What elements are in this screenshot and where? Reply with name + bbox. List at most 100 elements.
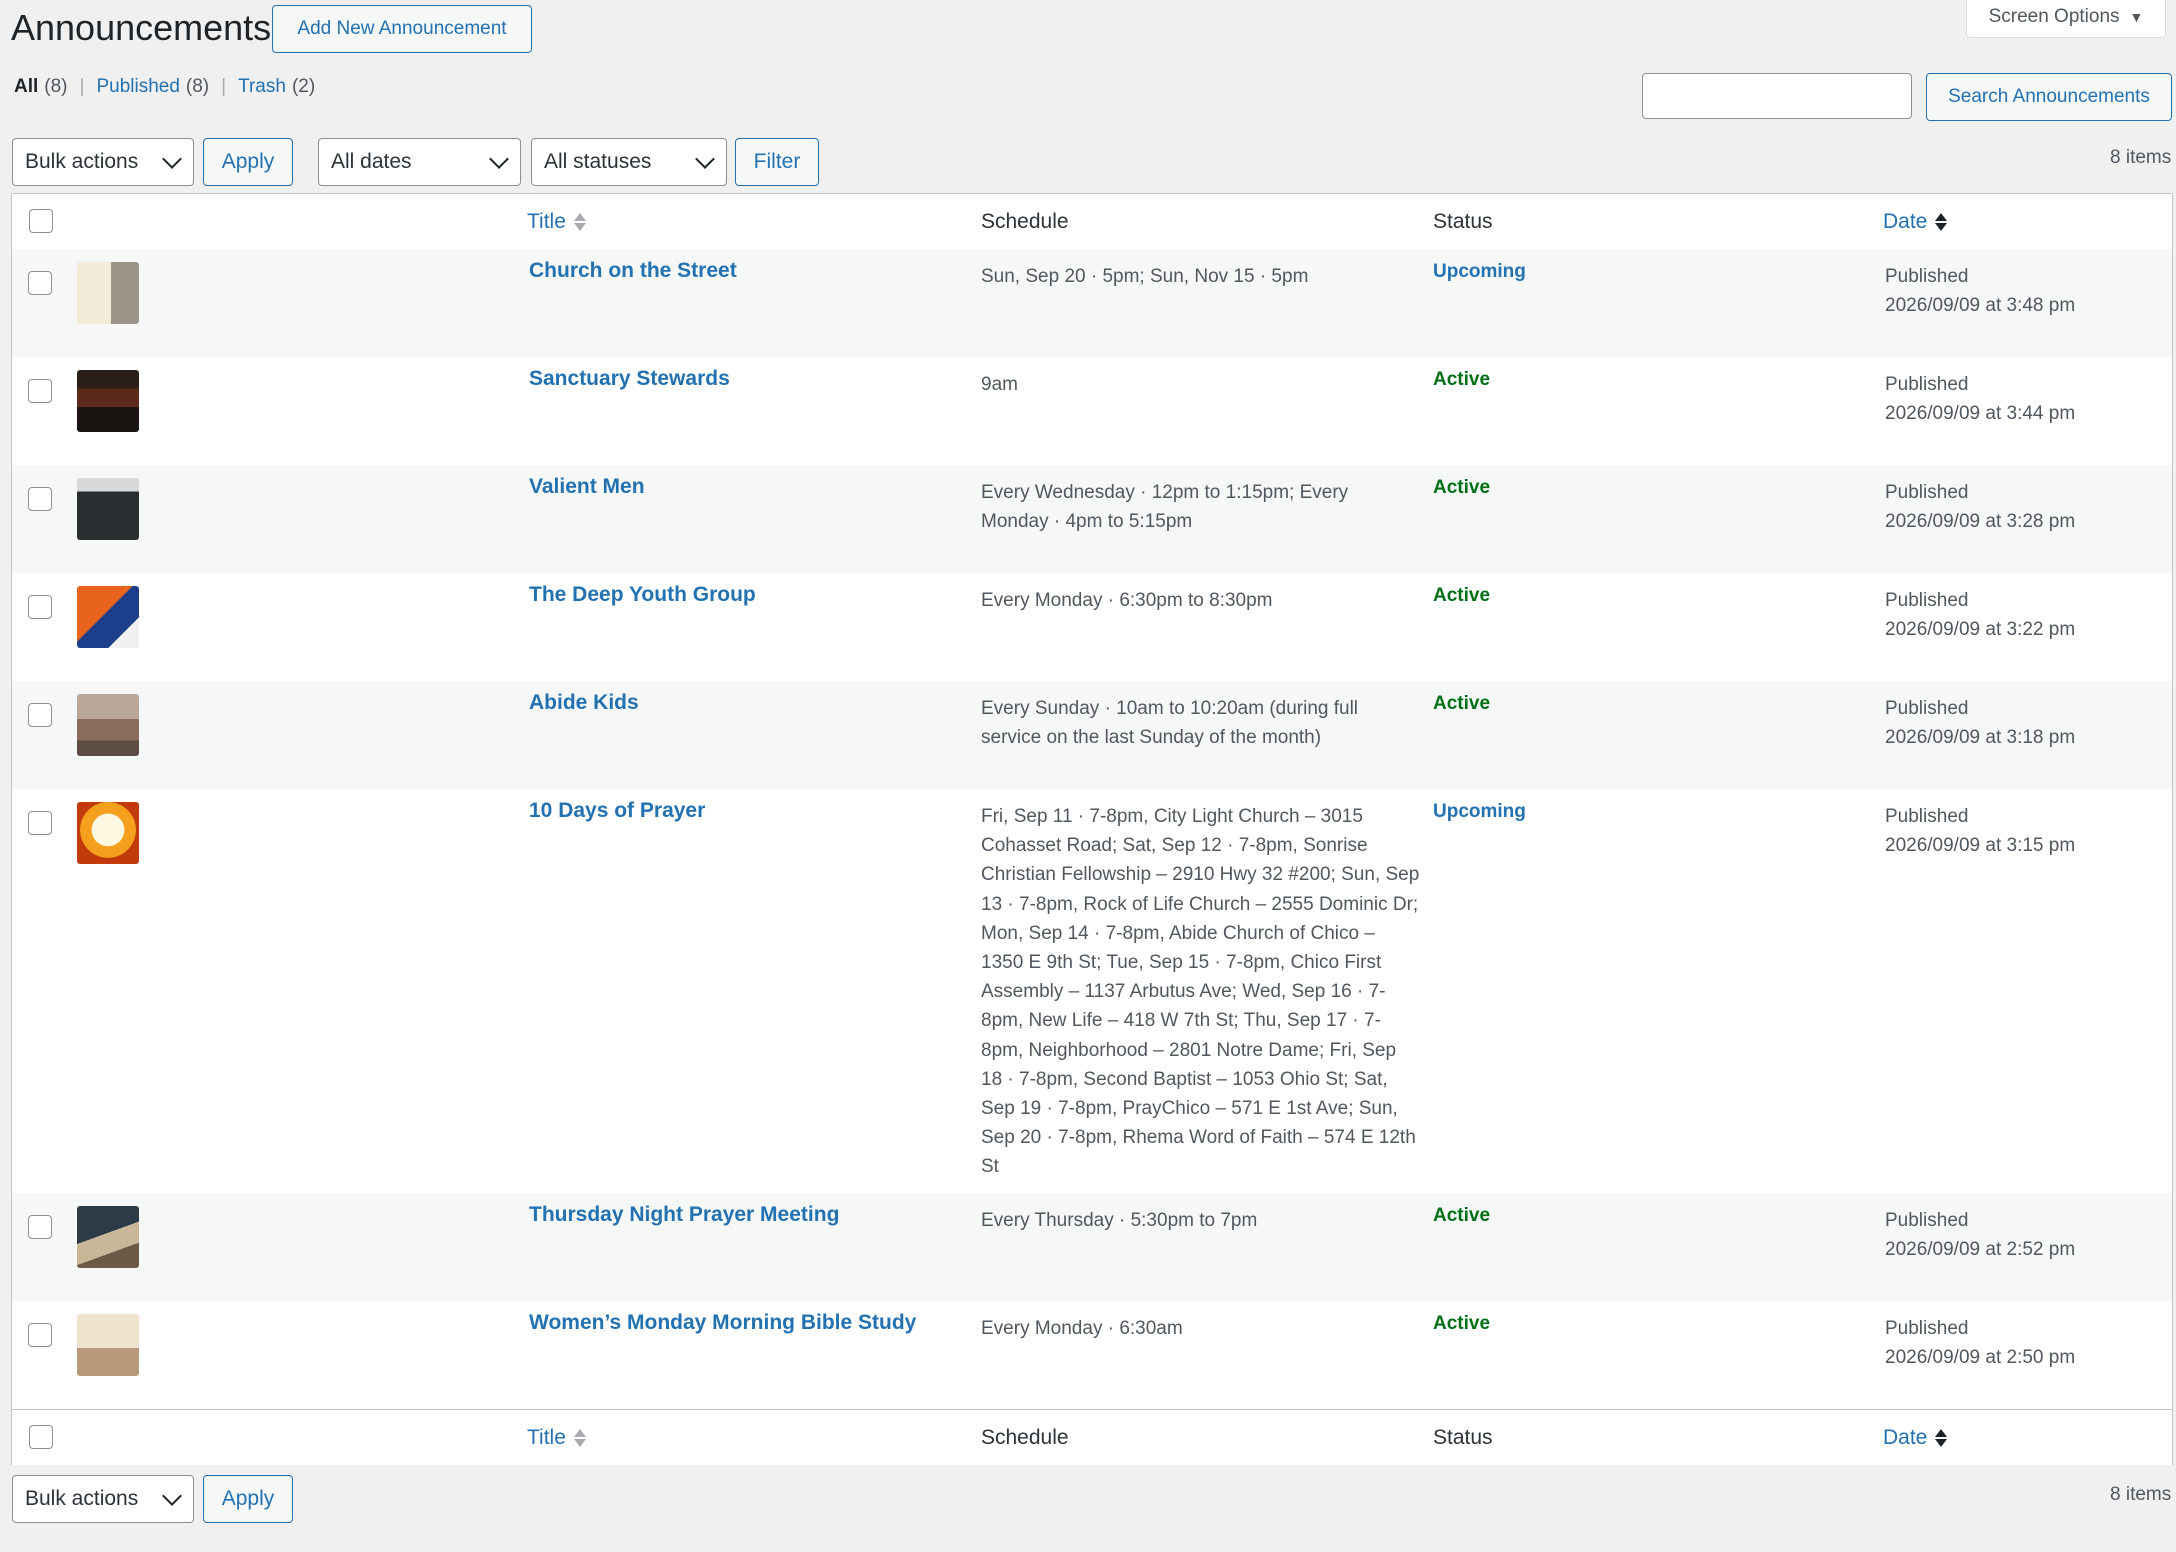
dates-filter-value: All dates [331, 150, 412, 173]
view-published-count: (8) [185, 76, 210, 97]
row-date: Published 2026/09/09 at 3:44 pm [1885, 370, 2075, 428]
row-status: Active [1433, 1313, 1491, 1334]
thumbnail-image[interactable] [77, 1314, 139, 1376]
row-schedule: Sun, Sep 20 · 5pm; Sun, Nov 15 · 5pm [981, 266, 1309, 287]
status-filter-select[interactable]: All statuses [531, 138, 727, 186]
apply-button[interactable]: Apply [203, 138, 293, 186]
add-new-announcement-button[interactable]: Add New Announcement [272, 5, 532, 53]
row-date-state: Published [1885, 266, 1969, 287]
row-status: Active [1433, 1205, 1491, 1226]
thumbnail-image[interactable] [77, 802, 139, 864]
row-date-value: 2026/09/09 at 3:44 pm [1885, 403, 2076, 425]
screen-options-label: Screen Options [1988, 5, 2120, 27]
row-schedule: Every Wednesday · 12pm to 1:15pm; Every … [981, 482, 1349, 533]
view-trash-link[interactable]: Trash [238, 76, 286, 98]
search-announcements-button[interactable]: Search Announcements [1926, 73, 2172, 121]
screen-options-button[interactable]: Screen Options ▼ [1966, 0, 2166, 38]
table-row: Abide Kids Every Sunday · 10am to 10:20a… [12, 681, 2172, 789]
row-date-state: Published [1885, 698, 1969, 719]
search-input[interactable] [1642, 73, 1912, 119]
chevron-down-icon [162, 149, 182, 169]
row-schedule: Every Sunday · 10am to 10:20am (during f… [981, 698, 1359, 749]
thumbnail-image[interactable] [77, 586, 139, 648]
row-checkbox[interactable] [28, 595, 52, 619]
status-filter-value: All statuses [544, 150, 652, 173]
row-date-state: Published [1885, 482, 1969, 503]
row-schedule: Fri, Sep 11 · 7-8pm, City Light Church –… [981, 806, 1420, 1178]
column-date-header[interactable]: Date [1883, 210, 1948, 234]
select-all-checkbox-footer[interactable] [29, 1425, 53, 1449]
table-row: Thursday Night Prayer Meeting Every Thur… [12, 1193, 2172, 1301]
caret-down-icon: ▼ [2129, 8, 2144, 25]
dates-filter-select[interactable]: All dates [318, 138, 521, 186]
view-all-link[interactable]: All [14, 76, 38, 98]
filter-button[interactable]: Filter [735, 138, 819, 186]
row-title-link[interactable]: The Deep Youth Group [529, 583, 756, 607]
select-all-checkbox[interactable] [29, 209, 53, 233]
row-title-link[interactable]: 10 Days of Prayer [529, 799, 705, 823]
items-count-bottom: 8 items [2110, 1484, 2172, 1505]
items-count-top: 8 items [2110, 147, 2172, 168]
row-date: Published 2026/09/09 at 2:52 pm [1885, 1206, 2075, 1264]
table-footer: Title Schedule Status Date [12, 1409, 2172, 1465]
row-date-value: 2026/09/09 at 2:52 pm [1885, 1239, 2076, 1261]
row-date-value: 2026/09/09 at 3:18 pm [1885, 727, 2076, 749]
table-row: The Deep Youth Group Every Monday · 6:30… [12, 573, 2172, 681]
sort-icon [573, 1429, 586, 1447]
row-date-state: Published [1885, 1318, 1969, 1339]
row-date-value: 2026/09/09 at 2:50 pm [1885, 1347, 2076, 1369]
column-status-header: Status [1433, 210, 1493, 233]
row-checkbox[interactable] [28, 487, 52, 511]
row-checkbox[interactable] [28, 1215, 52, 1239]
separator: | [221, 76, 227, 97]
row-checkbox[interactable] [28, 811, 52, 835]
row-checkbox[interactable] [28, 379, 52, 403]
row-status: Active [1433, 369, 1491, 390]
column-date-footer[interactable]: Date [1883, 1426, 1948, 1450]
row-date-state: Published [1885, 590, 1969, 611]
row-checkbox[interactable] [28, 271, 52, 295]
column-date-label: Date [1883, 210, 1928, 233]
row-status: Upcoming [1433, 261, 1526, 282]
row-date: Published 2026/09/09 at 3:18 pm [1885, 694, 2075, 752]
row-checkbox[interactable] [28, 703, 52, 727]
row-date: Published 2026/09/09 at 3:15 pm [1885, 802, 2075, 860]
row-date-value: 2026/09/09 at 3:28 pm [1885, 511, 2076, 533]
table-row: Valient Men Every Wednesday · 12pm to 1:… [12, 465, 2172, 573]
row-date-state: Published [1885, 374, 1969, 395]
row-date-value: 2026/09/09 at 3:48 pm [1885, 295, 2076, 317]
row-title-link[interactable]: Women’s Monday Morning Bible Study [529, 1311, 916, 1335]
column-title-footer[interactable]: Title [527, 1426, 586, 1450]
table-row: 10 Days of Prayer Fri, Sep 11 · 7-8pm, C… [12, 789, 2172, 1193]
row-title-link[interactable]: Thursday Night Prayer Meeting [529, 1203, 839, 1227]
row-title-link[interactable]: Church on the Street [529, 259, 737, 283]
column-title-label: Title [527, 210, 566, 233]
apply-button-bottom[interactable]: Apply [203, 1475, 293, 1523]
row-title-link[interactable]: Abide Kids [529, 691, 639, 715]
bulk-actions-value: Bulk actions [25, 150, 139, 173]
row-status: Active [1433, 585, 1491, 606]
row-date: Published 2026/09/09 at 3:28 pm [1885, 478, 2075, 536]
bulk-actions-select[interactable]: Bulk actions [12, 138, 194, 186]
row-status: Upcoming [1433, 801, 1526, 822]
bulk-actions-select-bottom[interactable]: Bulk actions [12, 1475, 194, 1523]
column-title-header[interactable]: Title [527, 210, 586, 234]
thumbnail-image[interactable] [77, 370, 139, 432]
sort-desc-icon [1935, 213, 1948, 231]
row-schedule: Every Thursday · 5:30pm to 7pm [981, 1210, 1258, 1231]
thumbnail-image[interactable] [77, 694, 139, 756]
chevron-down-icon [695, 149, 715, 169]
row-title-link[interactable]: Valient Men [529, 475, 645, 499]
separator: | [79, 76, 85, 97]
thumbnail-image[interactable] [77, 1206, 139, 1268]
view-published-link[interactable]: Published [96, 76, 179, 98]
row-title-link[interactable]: Sanctuary Stewards [529, 367, 730, 391]
view-trash-count: (2) [291, 76, 316, 97]
column-status-footer: Status [1433, 1426, 1493, 1449]
row-checkbox[interactable] [28, 1323, 52, 1347]
row-date: Published 2026/09/09 at 3:48 pm [1885, 262, 2075, 320]
thumbnail-image[interactable] [77, 262, 139, 324]
row-date-state: Published [1885, 806, 1969, 827]
page-title: Announcements [11, 7, 272, 48]
thumbnail-image[interactable] [77, 478, 139, 540]
